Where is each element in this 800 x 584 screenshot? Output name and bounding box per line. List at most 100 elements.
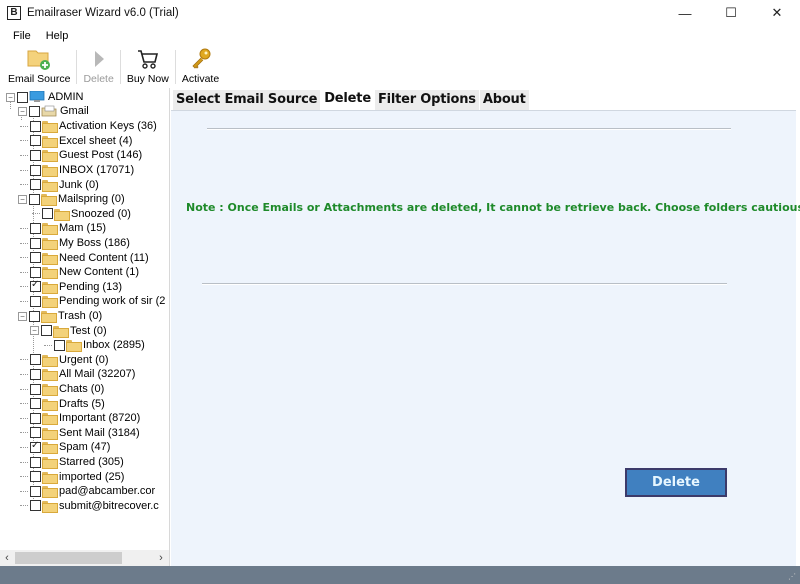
title-bar: B Emailraser Wizard v6.0 (Trial) — ☐ ✕ — [0, 0, 800, 26]
tree-folder-item[interactable]: Urgent (0) — [20, 353, 109, 368]
tree-folder-item[interactable]: Junk (0) — [20, 177, 99, 192]
tree-account-gmail[interactable]: − Gmail — [18, 104, 89, 119]
collapse-icon[interactable]: − — [30, 326, 39, 336]
checkbox[interactable] — [30, 237, 41, 249]
checkbox[interactable] — [30, 427, 41, 439]
tree-folder-item[interactable]: Starred (305) — [20, 455, 124, 470]
folder-icon — [42, 281, 58, 294]
tree-folder-item[interactable]: Pending work of sir (2 — [20, 294, 165, 309]
tree-folder-item[interactable]: − Test (0) — [30, 323, 107, 338]
tree-folder-item[interactable]: All Mail (32207) — [20, 367, 135, 382]
collapse-icon[interactable]: − — [6, 92, 15, 102]
tree-folder-item[interactable]: Sent Mail (3184) — [20, 426, 140, 441]
tree-folder-item[interactable]: INBOX (17071) — [20, 163, 134, 178]
checkbox[interactable] — [30, 500, 41, 512]
tree-folder-item[interactable]: Drafts (5) — [20, 396, 105, 411]
checkbox[interactable] — [54, 339, 65, 351]
checkbox[interactable] — [30, 279, 41, 293]
tree-folder-item[interactable]: Excel sheet (4) — [20, 134, 132, 149]
tree-label: Spam (47) — [59, 441, 111, 454]
checkbox[interactable] — [41, 325, 52, 337]
checkbox[interactable] — [29, 193, 40, 205]
checkbox[interactable] — [30, 412, 41, 424]
tree-folder-item[interactable]: Mam (15) — [20, 221, 106, 236]
checkbox[interactable] — [30, 120, 41, 132]
status-bar: ⋰ — [0, 566, 800, 584]
tab-filter-options[interactable]: Filter Options — [374, 90, 479, 110]
tree-connector — [20, 154, 28, 156]
tree-folder-item[interactable]: − Mailspring (0) — [18, 192, 125, 207]
tree-folder-item[interactable]: Pending (13) — [20, 279, 122, 295]
tree-folder-item[interactable]: − Trash (0) — [18, 309, 102, 324]
tree-folder-item[interactable]: Guest Post (146) — [20, 148, 142, 163]
folder-add-icon — [27, 50, 51, 70]
checkbox[interactable] — [30, 266, 41, 278]
computer-icon — [29, 91, 45, 103]
horizontal-scrollbar[interactable]: ‹ › — [0, 550, 169, 566]
resize-grip-icon[interactable]: ⋰ — [788, 572, 798, 582]
folder-icon — [42, 442, 58, 455]
minimize-button[interactable]: — — [662, 0, 708, 26]
tree-folder-item[interactable]: pad@abcamber.cor — [20, 484, 155, 499]
checkbox[interactable] — [30, 179, 41, 191]
tab-delete[interactable]: Delete — [321, 88, 374, 109]
scroll-right-icon[interactable]: › — [154, 552, 168, 564]
checkbox[interactable] — [29, 310, 40, 322]
activate-button[interactable]: Activate — [178, 46, 223, 88]
checkbox[interactable] — [30, 295, 41, 307]
collapse-icon[interactable]: − — [18, 194, 27, 204]
tree-folder-item[interactable]: submit@bitrecover.c — [20, 499, 159, 514]
folder-icon — [53, 325, 69, 338]
checkbox[interactable] — [17, 91, 28, 103]
tree-folder-item[interactable]: Inbox (2895) — [44, 338, 145, 353]
checkbox[interactable] — [30, 222, 41, 234]
checkbox[interactable] — [30, 398, 41, 410]
tree-folder-item[interactable]: New Content (1) — [20, 265, 139, 280]
checkbox[interactable] — [30, 471, 41, 483]
menu-file[interactable]: File — [0, 30, 40, 42]
tree-folder-item[interactable]: Need Content (11) — [20, 250, 149, 265]
email-source-button[interactable]: Email Source — [4, 46, 74, 88]
tree-label: Important (8720) — [59, 412, 141, 425]
menu-help[interactable]: Help — [40, 30, 78, 42]
checkbox[interactable] — [30, 456, 41, 468]
tree-folder-item[interactable]: Activation Keys (36) — [20, 119, 157, 134]
tree-folder-item[interactable]: Snoozed (0) — [32, 207, 131, 222]
tree-folder-item[interactable]: Spam (47) — [20, 440, 111, 455]
tab-select-email-source[interactable]: Select Email Source — [173, 90, 321, 110]
folder-icon — [42, 398, 58, 411]
checkbox[interactable] — [30, 440, 41, 453]
checkbox[interactable] — [30, 383, 41, 395]
collapse-icon[interactable]: − — [18, 106, 27, 116]
delete-button[interactable]: Delete — [625, 468, 727, 497]
checkbox[interactable] — [30, 135, 41, 147]
checkbox[interactable] — [30, 252, 41, 264]
maximize-button[interactable]: ☐ — [708, 0, 754, 26]
folder-icon — [42, 135, 58, 148]
tree-folder-item[interactable]: Important (8720) — [20, 411, 141, 426]
tree-folder-item[interactable]: Chats (0) — [20, 382, 104, 397]
checkbox[interactable] — [30, 368, 41, 380]
tree-root-admin[interactable]: − ADMIN — [6, 90, 83, 105]
folder-icon — [42, 427, 58, 440]
checkbox[interactable] — [30, 485, 41, 497]
close-button[interactable]: ✕ — [754, 0, 800, 26]
tree-label: Snoozed (0) — [71, 207, 131, 220]
play-arrow-icon — [94, 51, 104, 67]
folder-icon — [41, 194, 57, 207]
tree-connector — [20, 184, 28, 186]
scroll-left-icon[interactable]: ‹ — [0, 552, 14, 564]
checkbox[interactable] — [29, 105, 40, 117]
checkbox[interactable] — [30, 149, 41, 161]
tree-connector — [20, 227, 28, 229]
tree-folder-item[interactable]: My Boss (186) — [20, 236, 130, 251]
tree-folder-item[interactable]: imported (25) — [20, 469, 124, 484]
buy-now-button[interactable]: Buy Now — [123, 46, 173, 88]
checkbox[interactable] — [30, 164, 41, 176]
delete-toolbar-button[interactable]: Delete — [79, 46, 117, 88]
collapse-icon[interactable]: − — [18, 311, 27, 321]
checkbox[interactable] — [30, 354, 41, 366]
checkbox[interactable] — [42, 208, 53, 220]
scrollbar-thumb[interactable] — [15, 552, 122, 564]
tab-about[interactable]: About — [479, 90, 529, 110]
